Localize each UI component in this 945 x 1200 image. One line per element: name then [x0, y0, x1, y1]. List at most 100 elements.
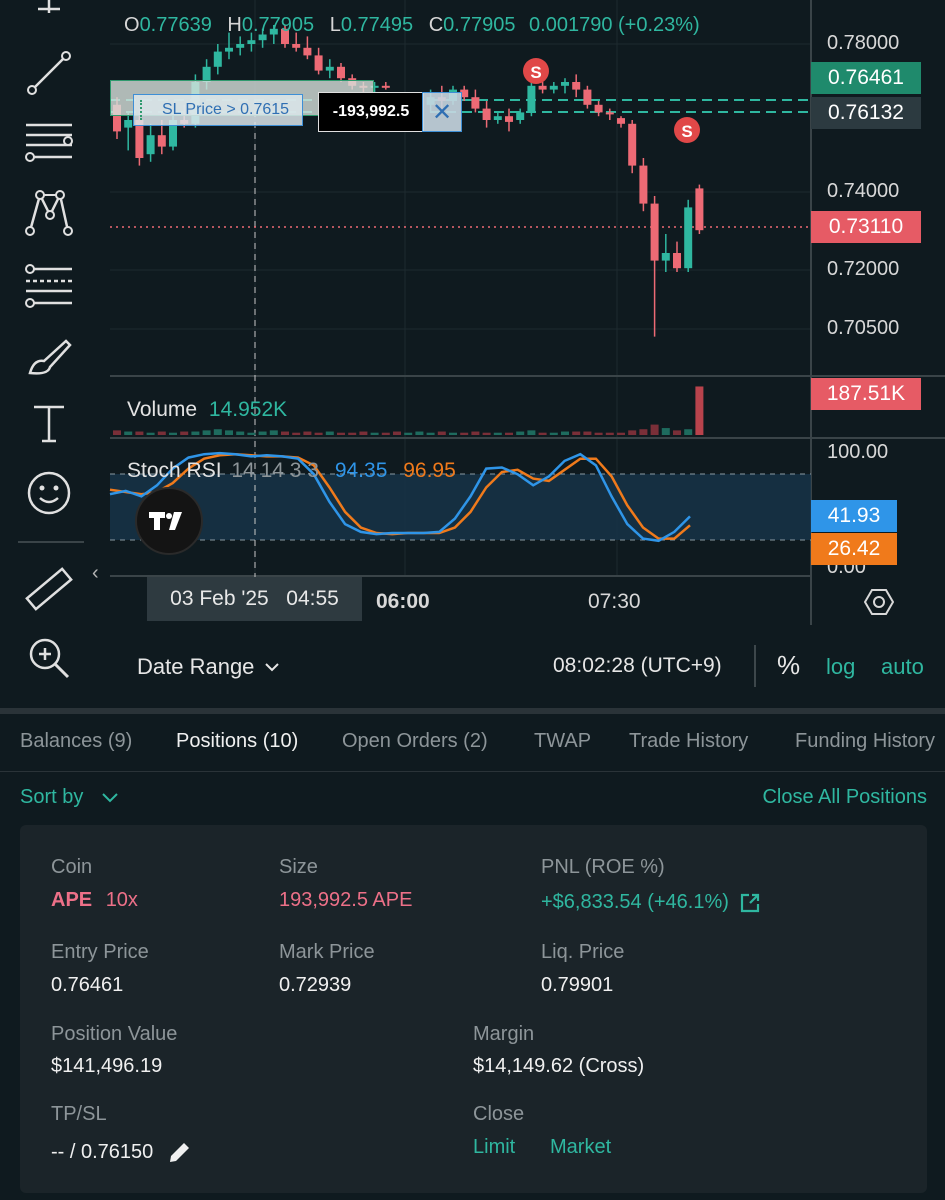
close-market-button[interactable]: Market [550, 1136, 611, 1159]
sl-price-order-label[interactable]: SL Price > 0.7615 [133, 94, 303, 126]
log-scale-button[interactable]: log [826, 654, 855, 680]
margin-label: Margin [473, 1023, 535, 1045]
stoch-k-badge: 41.93 [811, 500, 897, 532]
volume-bar [325, 431, 334, 435]
chevron-down-icon [265, 663, 280, 672]
volume-bar [583, 431, 592, 435]
tab-trade-history[interactable]: Trade History [629, 730, 748, 753]
candle [561, 78, 569, 94]
coin-value[interactable]: APE 10x [51, 889, 138, 912]
candle [594, 101, 603, 117]
volume-bar [594, 432, 603, 435]
sl-quantity-label[interactable]: -193,992.5 [318, 92, 424, 132]
volume-bar [661, 428, 670, 435]
trend-line-icon[interactable] [14, 43, 84, 103]
size-label: Size [279, 856, 318, 878]
percent-scale-button[interactable]: % [777, 650, 800, 681]
volume-bar [449, 432, 457, 435]
volume-bar [113, 430, 121, 435]
close-limit-button[interactable]: Limit [473, 1136, 515, 1159]
ohlc-legend: O0.77639 H0.77905 L0.77495 C0.77905 0.00… [124, 14, 700, 36]
candle [314, 47, 323, 75]
volume-bar [695, 386, 704, 435]
sort-by-dropdown[interactable]: Sort by [20, 786, 119, 809]
zoom-icon[interactable] [14, 628, 84, 688]
volume-bar [191, 431, 200, 435]
volume-bar [650, 424, 659, 435]
price-tick: 0.74000 [827, 180, 900, 202]
tradingview-logo[interactable] [135, 487, 203, 555]
sell-signal-marker[interactable]: S [523, 58, 549, 84]
volume-bar [538, 432, 547, 435]
volume-bar [617, 432, 625, 435]
candle [213, 44, 222, 75]
volume-bar [169, 432, 177, 435]
pattern-icon[interactable] [14, 182, 84, 242]
candle [695, 184, 704, 234]
tab-funding-history[interactable]: Funding History [795, 730, 935, 753]
drawing-toolbar: ‹ [0, 0, 99, 708]
volume-bar [404, 432, 413, 435]
date-range-button[interactable]: Date Range [137, 654, 280, 680]
volume-bar [415, 431, 424, 435]
tpsl-label: TP/SL [51, 1103, 107, 1125]
volume-bar [505, 432, 513, 435]
volume-bar [460, 432, 469, 435]
clock-timezone[interactable]: 08:02:28 (UTC+9) [553, 654, 722, 678]
close-all-positions-button[interactable]: Close All Positions [762, 786, 927, 809]
volume-bar [213, 429, 222, 435]
collapse-sidebar-icon[interactable]: ‹ [92, 562, 99, 585]
volume-bar [572, 431, 581, 435]
divider [754, 645, 756, 687]
pnl-value: +$6,833.54 (+46.1%) [541, 891, 761, 914]
ruler-icon[interactable] [14, 559, 84, 619]
entry-price-badge: 0.76461 [811, 62, 921, 94]
horizontal-lines-icon[interactable] [14, 112, 84, 172]
tab-positions[interactable]: Positions (10) [176, 730, 298, 753]
tab-twap[interactable]: TWAP [534, 730, 591, 753]
volume-bar [516, 431, 525, 435]
volume-bar [359, 431, 368, 435]
pnl-label: PNL (ROE %) [541, 856, 665, 878]
volume-bar [527, 430, 536, 435]
stoch-rsi-label: Stoch RSI 14 14 3 3 94.35 96.95 [127, 459, 456, 482]
svg-text:S: S [530, 63, 541, 82]
close-icon[interactable]: ✕ [422, 92, 462, 132]
crosshair-date-label: 03 Feb '25 04:55 [147, 577, 362, 621]
liq-price-value: 0.79901 [541, 974, 614, 996]
auto-scale-button[interactable]: auto [881, 654, 924, 680]
crosshair-icon[interactable] [14, 0, 84, 40]
price-tick: 0.72000 [827, 258, 900, 280]
tpsl-value: -- / 0.76150 [51, 1139, 193, 1165]
edit-pencil-icon[interactable] [167, 1139, 193, 1165]
drag-handle[interactable] [140, 100, 156, 120]
brush-icon[interactable] [14, 326, 84, 386]
chart-settings-icon[interactable] [863, 587, 895, 622]
tab-balances[interactable]: Balances (9) [20, 730, 132, 753]
volume-bar [202, 430, 211, 435]
toolbar-divider [18, 541, 84, 543]
fib-icon[interactable] [14, 256, 84, 316]
margin-value: $14,149.62 (Cross) [473, 1055, 645, 1077]
coin-label: Coin [51, 856, 93, 878]
mark-price-value: 0.72939 [279, 974, 352, 996]
sell-signal-marker[interactable]: S [674, 117, 700, 143]
volume-bar [269, 430, 278, 435]
candle [673, 241, 681, 272]
candle [516, 108, 525, 124]
tab-open-orders[interactable]: Open Orders (2) [342, 730, 488, 753]
price-tick: 0.78000 [827, 32, 900, 54]
sl-price-badge: 0.76132 [811, 97, 921, 129]
volume-bar [314, 432, 323, 435]
share-icon[interactable] [739, 892, 761, 914]
volume-bar [337, 432, 345, 435]
emoji-icon[interactable] [14, 463, 84, 523]
chart-area[interactable]: S S O0.77639 H0.77905 L0.77495 C0.77905 … [0, 0, 945, 708]
close-label: Close [473, 1103, 525, 1125]
candle [538, 82, 547, 94]
volume-bar [225, 430, 233, 435]
entry-price-label: Entry Price [51, 941, 149, 963]
text-icon[interactable] [14, 394, 84, 454]
volume-bar [303, 431, 312, 435]
volume-bar [605, 432, 614, 435]
